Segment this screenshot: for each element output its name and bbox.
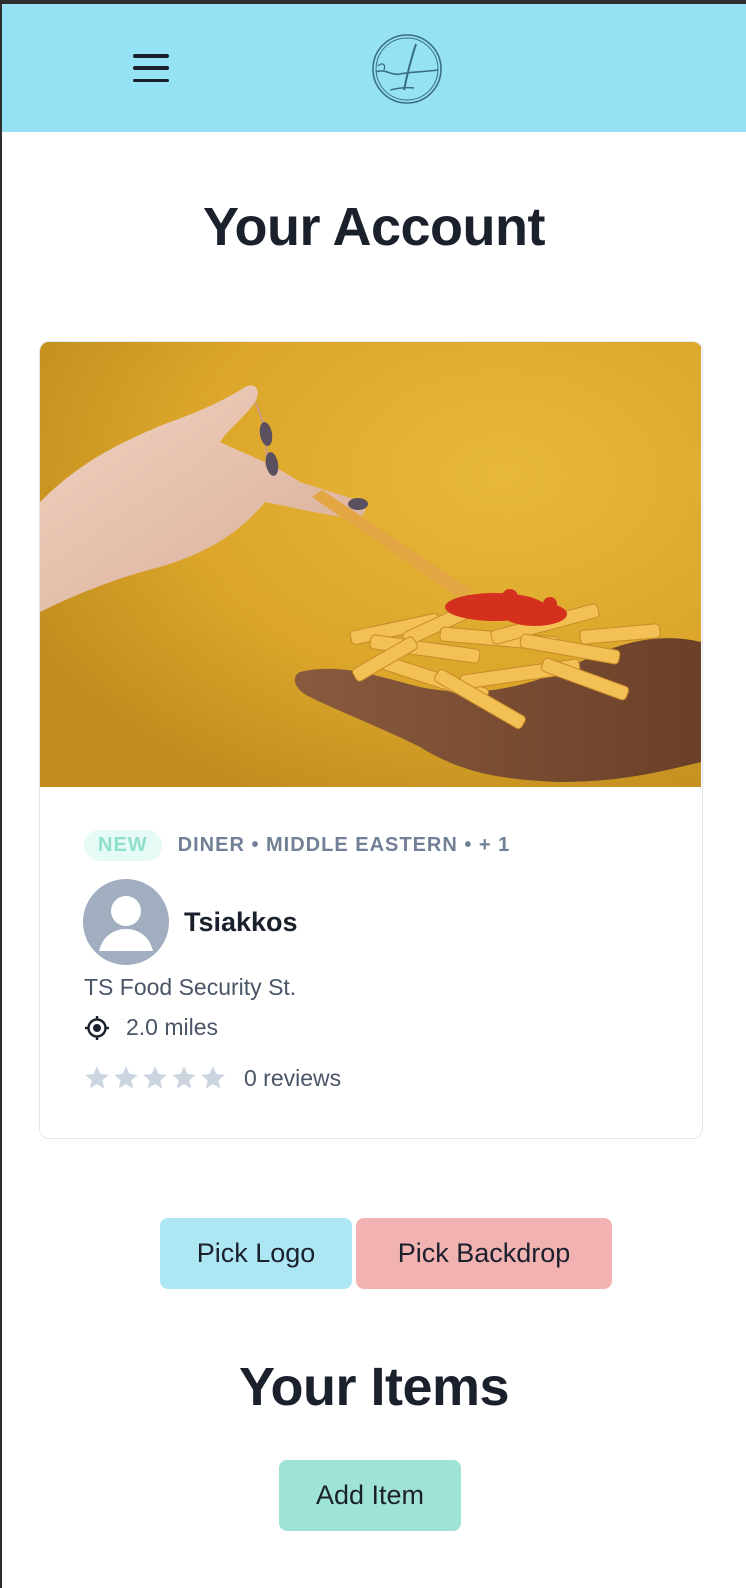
- distance-text: 2.0 miles: [126, 1014, 219, 1040]
- brand-logo-icon[interactable]: [370, 32, 444, 106]
- account-title: Your Account: [203, 197, 546, 257]
- distance-row: 2.0 miles: [84, 1014, 218, 1041]
- tags-row: NEW DINER • MIDDLE EASTERN • + 1: [84, 830, 510, 861]
- star-icon: [201, 1066, 225, 1089]
- page: Your Account NEW DINER • MIDDLE EASTERN …: [0, 0, 746, 1588]
- category-list: DINER • MIDDLE EASTERN • + 1: [177, 834, 511, 856]
- star-rating: [83, 1064, 228, 1092]
- restaurant-card[interactable]: NEW DINER • MIDDLE EASTERN • + 1 Tsiakko…: [39, 341, 703, 1139]
- star-icon: [114, 1066, 138, 1089]
- avatar-placeholder-icon: [83, 879, 169, 965]
- items-title: Your Items: [238, 1357, 510, 1417]
- restaurant-name: Tsiakkos: [184, 907, 298, 937]
- add-item-button[interactable]: Add Item: [279, 1460, 461, 1531]
- pick-logo-button[interactable]: Pick Logo: [160, 1218, 352, 1289]
- restaurant-address: TS Food Security St.: [84, 974, 297, 1000]
- rating-row: 0 reviews: [83, 1064, 341, 1092]
- hamburger-menu-icon[interactable]: [133, 54, 169, 82]
- pick-backdrop-button[interactable]: Pick Backdrop: [356, 1218, 612, 1289]
- new-badge: NEW: [84, 830, 162, 861]
- star-icon: [143, 1066, 167, 1089]
- location-target-icon: [85, 1015, 109, 1040]
- hero-image-french-fries: [40, 342, 701, 787]
- reviews-count: 0 reviews: [244, 1064, 342, 1091]
- star-icon: [85, 1066, 109, 1089]
- star-icon: [172, 1066, 196, 1089]
- top-navbar: [2, 4, 746, 132]
